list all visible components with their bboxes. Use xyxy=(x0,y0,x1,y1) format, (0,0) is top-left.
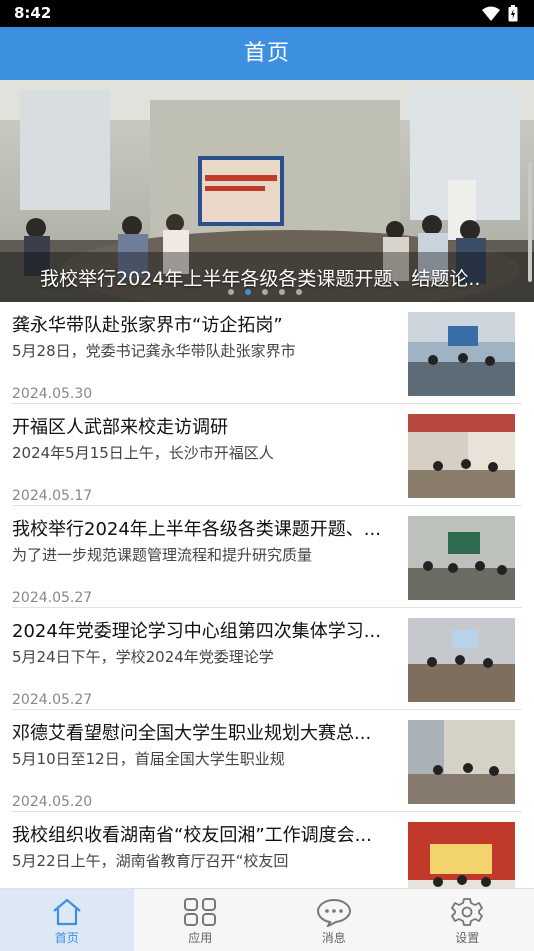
gear-icon xyxy=(449,897,485,927)
news-title: 2024年党委理论学习中心组第四次集体学习... xyxy=(12,617,400,643)
news-date: 2024.05.30 xyxy=(12,386,92,402)
news-item[interactable]: 龚永华带队赴张家界市“访企拓岗” 5月28日，党委书记龚永华带队赴张家界市 20… xyxy=(0,302,534,404)
tab-label: 设置 xyxy=(401,929,534,946)
news-summary: 5月10日至12日，首届全国大学生职业规 xyxy=(12,748,400,769)
carousel-dot[interactable] xyxy=(279,289,285,295)
grid-icon xyxy=(182,897,218,927)
news-date: 2024.05.27 xyxy=(12,692,92,708)
news-summary: 为了进一步规范课题管理流程和提升研究质量 xyxy=(12,544,400,565)
news-item[interactable]: 我校组织收看湖南省“校友回湘”工作调度会... 5月22日上午，湖南省教育厅召开… xyxy=(0,812,534,888)
bottom-tab-bar: 首页 应用 消息 设置 xyxy=(0,888,534,951)
news-title: 我校举行2024年上半年各级各类课题开题、... xyxy=(12,515,400,541)
tab-messages[interactable]: 消息 xyxy=(267,889,401,951)
tab-label: 应用 xyxy=(134,929,268,946)
news-thumbnail xyxy=(408,720,515,804)
wifi-icon xyxy=(482,6,500,26)
chat-icon xyxy=(316,897,352,927)
news-list: 龚永华带队赴张家界市“访企拓岗” 5月28日，党委书记龚永华带队赴张家界市 20… xyxy=(0,302,534,888)
news-title: 我校组织收看湖南省“校友回湘”工作调度会... xyxy=(12,821,400,847)
tab-settings[interactable]: 设置 xyxy=(401,889,534,951)
tab-label: 消息 xyxy=(267,929,401,946)
news-summary: 2024年5月15日上午，长沙市开福区人 xyxy=(12,442,400,463)
tab-apps[interactable]: 应用 xyxy=(134,889,268,951)
home-icon xyxy=(49,897,85,927)
news-item[interactable]: 邓德艾看望慰问全国大学生职业规划大赛总... 5月10日至12日，首届全国大学生… xyxy=(0,710,534,812)
news-date: 2024.05.20 xyxy=(12,794,92,810)
news-thumbnail xyxy=(408,822,515,888)
carousel-dot[interactable] xyxy=(245,289,251,295)
status-time: 8:42 xyxy=(14,4,51,22)
news-item[interactable]: 2024年党委理论学习中心组第四次集体学习... 5月24日下午，学校2024年… xyxy=(0,608,534,710)
news-thumbnail xyxy=(408,414,515,498)
news-date: 2024.05.27 xyxy=(12,590,92,606)
tab-home[interactable]: 首页 xyxy=(0,889,134,951)
status-bar: 8:42 xyxy=(0,0,534,27)
banner-caption[interactable]: 我校举行2024年上半年各级各类课题开题、结题论.. xyxy=(40,264,480,291)
carousel-dot[interactable] xyxy=(262,289,268,295)
news-item[interactable]: 开福区人武部来校走访调研 2024年5月15日上午，长沙市开福区人 2024.0… xyxy=(0,404,534,506)
carousel-dot[interactable] xyxy=(296,289,302,295)
battery-icon xyxy=(508,5,518,26)
news-thumbnail xyxy=(408,516,515,600)
news-summary: 5月28日，党委书记龚永华带队赴张家界市 xyxy=(12,340,400,361)
news-summary: 5月24日下午，学校2024年党委理论学 xyxy=(12,646,400,667)
page-title: 首页 xyxy=(0,27,534,80)
news-thumbnail xyxy=(408,312,515,396)
news-title: 邓德艾看望慰问全国大学生职业规划大赛总... xyxy=(12,719,400,745)
app-bar: 首页 xyxy=(0,27,534,80)
carousel-indicator xyxy=(228,289,302,295)
news-thumbnail xyxy=(408,618,515,702)
banner-carousel[interactable]: 我校举行2024年上半年各级各类课题开题、结题论.. xyxy=(0,80,534,302)
news-title: 开福区人武部来校走访调研 xyxy=(12,413,400,439)
news-item[interactable]: 我校举行2024年上半年各级各类课题开题、... 为了进一步规范课题管理流程和提… xyxy=(0,506,534,608)
carousel-dot[interactable] xyxy=(228,289,234,295)
tab-label: 首页 xyxy=(0,929,134,946)
news-title: 龚永华带队赴张家界市“访企拓岗” xyxy=(12,311,400,337)
news-date: 2024.05.17 xyxy=(12,488,92,504)
news-summary: 5月22日上午，湖南省教育厅召开“校友回 xyxy=(12,850,400,871)
scrollbar[interactable] xyxy=(528,162,532,282)
